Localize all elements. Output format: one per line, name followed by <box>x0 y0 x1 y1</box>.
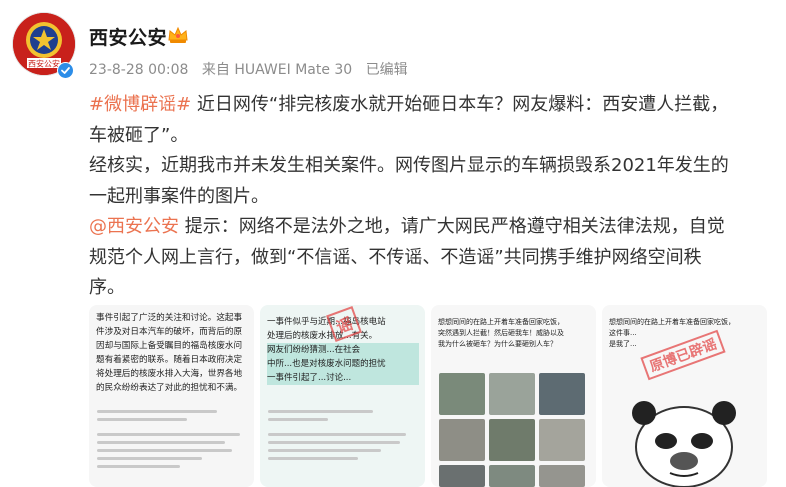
car-damage-photo <box>439 465 485 487</box>
image-1-text-line: 将处理后的核废水排入大海，世界各地 <box>96 369 243 379</box>
post-paragraph-2-line-1: 经核实，近期我市并未发生相关案件。网传图片显示的车辆损毁系2021年发生的 <box>89 155 729 176</box>
panda-meme-icon <box>632 401 736 487</box>
image-3-text-line: 突然遇到人拦截！然后砸我车！威胁以及 <box>438 329 564 337</box>
image-grid: 事件引起了广泛的关注和讨论。这起事 件涉及对日本汽车的破坏，而背后的原 因却与国… <box>89 305 769 487</box>
post-paragraph-3-line-2: 规范个人网上言行，做到“不信谣、不传谣、不造谣”共同携手维护网络空间秩 <box>89 246 702 268</box>
post-image-3[interactable]: 想想同间的在路上开着车准备回家吃饭， 突然遇到人拦截！然后砸我车！威胁以及 我为… <box>431 305 596 487</box>
image-1-text-line: 因却与国际上备受瞩目的福岛核废水问 <box>96 341 243 351</box>
image-2-text-line: 网友们纷纷猜测...在社会 <box>267 343 419 357</box>
post-paragraph-3: @西安公安 提示：网络不是法外之地，请广大网民严格遵守相关法律法规，自觉 <box>89 212 769 243</box>
car-damage-photo <box>539 465 585 487</box>
car-damage-photo <box>539 373 585 415</box>
verified-icon <box>57 62 74 79</box>
post-paragraph-1: #微博辟谣# 近日网传“排完核废水就开始砸日本车？网友爆料：西安遭人拦截， <box>89 90 769 121</box>
image-3-text-line: 我为什么被砸车？为什么要砸别人车？ <box>438 340 557 348</box>
post-meta: 23-8-28 00:08 来自 HUAWEI Mate 30 已编辑 <box>89 59 417 79</box>
post-source: 来自 HUAWEI Mate 30 <box>201 62 353 78</box>
post-image-1[interactable]: 事件引起了广泛的关注和讨论。这起事 件涉及对日本汽车的破坏，而背后的原 因却与国… <box>89 305 254 487</box>
post-paragraph-2-line-2: 一起刑事案件的图片。 <box>89 185 269 207</box>
image-2-text-line: 一事件引起了...讨论... <box>267 371 419 385</box>
post-image-4[interactable]: 想想同间的在路上开着车准备回家吃饭， 这件事... 是我了... 原博已辟谣 <box>602 305 767 487</box>
post-text: 近日网传“排完核废水就开始砸日本车？网友爆料：西安遭人拦截， <box>191 94 729 115</box>
post-text: 提示：网络不是法外之地，请广大网民严格遵守相关法律法规，自觉 <box>179 216 725 237</box>
car-damage-photo <box>439 419 485 461</box>
image-1-text-line: 的民众纷纷表达了对此的担忧和不满。 <box>96 383 243 393</box>
image-3-text-line: 想想同间的在路上开着车准备回家吃饭， <box>438 318 564 326</box>
vip-crown-icon[interactable] <box>167 26 189 48</box>
car-damage-photo <box>539 419 585 461</box>
car-damage-photo <box>489 465 535 487</box>
image-1-text-line: 件涉及对日本汽车的破坏，而背后的原 <box>96 327 243 337</box>
account-name[interactable]: 西安公安 <box>89 23 167 50</box>
hashtag-link[interactable]: #微博辟谣# <box>89 94 191 115</box>
car-damage-photo <box>439 373 485 415</box>
post-edited-label[interactable]: 已编辑 <box>366 62 408 78</box>
image-4-text-line: 想想同间的在路上开着车准备回家吃饭， <box>609 318 735 326</box>
image-1-text-line: 题有着紧密的联系。随着日本政府决定 <box>96 355 243 365</box>
image-2-blurred-comments <box>268 405 418 465</box>
image-4-text-line: 这件事... <box>609 329 637 337</box>
image-1-blurred-comments <box>97 405 247 473</box>
car-damage-photo <box>489 419 535 461</box>
mention-link[interactable]: @西安公安 <box>89 216 179 237</box>
post-paragraph-3-line-3: 序。 <box>89 277 125 298</box>
avatar-caption: 西安公安 <box>28 59 60 69</box>
image-1-text-line: 事件引起了广泛的关注和讨论。这起事 <box>96 313 243 323</box>
post-body: #微博辟谣# 近日网传“排完核废水就开始砸日本车？网友爆料：西安遭人拦截， 车被… <box>89 90 769 304</box>
image-2-text-line: 中所...也是对核废水问题的担忧 <box>267 357 419 371</box>
post-image-2[interactable]: 一事件似乎与近期...福岛核电站 处理后的核废水排放...有关。 网友们纷纷猜测… <box>260 305 425 487</box>
car-damage-photo <box>489 373 535 415</box>
post-timestamp[interactable]: 23-8-28 00:08 <box>89 62 188 78</box>
post-text-line: 车被砸了”。 <box>89 124 189 146</box>
